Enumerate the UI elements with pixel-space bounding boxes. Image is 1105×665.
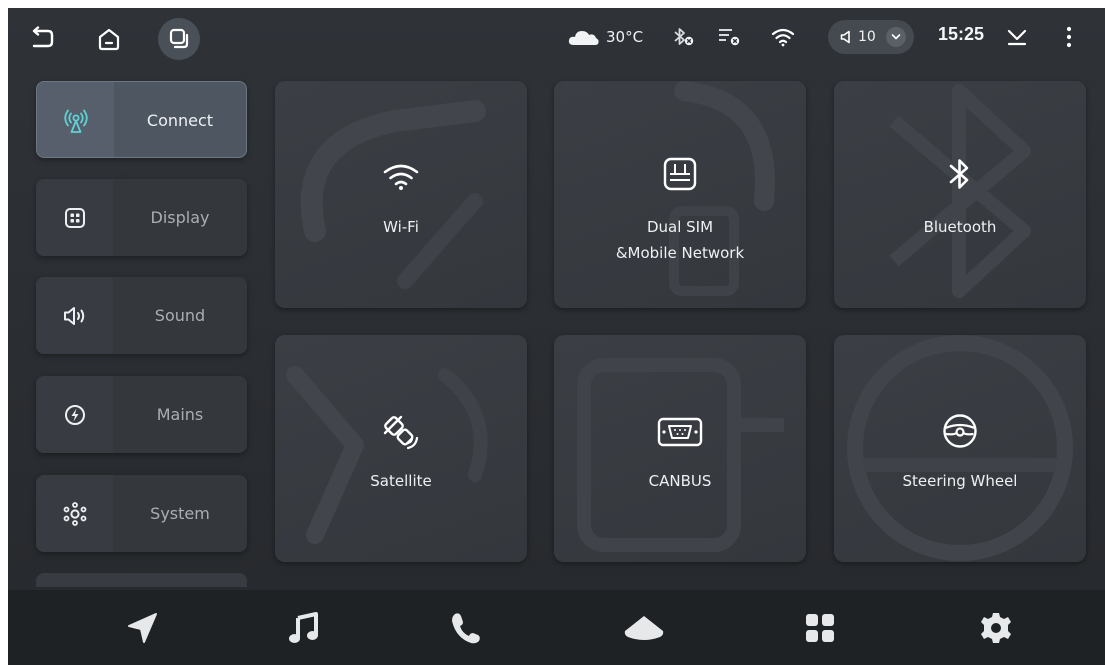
tile-icon (834, 413, 1086, 449)
sidebar-item-label: Mains (156, 405, 204, 424)
tile-background-decoration (889, 84, 1031, 298)
steering-wheel-icon (943, 414, 977, 448)
tile-satellite[interactable]: Satellite (275, 335, 527, 562)
tile-label: Satellite (370, 472, 432, 490)
tile-icon (554, 157, 806, 191)
tile-background-decoration (300, 100, 486, 289)
sidebar-item-sound[interactable]: Sound (36, 277, 247, 354)
dock-settings-button[interactable] (974, 606, 1018, 650)
tile-label: Dual SIM (646, 218, 714, 236)
wifi-icon (383, 164, 419, 190)
tile-bluetooth[interactable]: Bluetooth (834, 81, 1086, 308)
display-icon (64, 207, 85, 228)
clock: 15:25 (938, 24, 985, 44)
sidebar-item-label: Sound (154, 306, 206, 325)
dock-home-button[interactable] (622, 606, 666, 650)
satellite-icon (383, 415, 419, 450)
wifi-status-icon (771, 28, 795, 47)
sidebar-icon-zone (36, 179, 113, 256)
tile-background-decoration (669, 81, 775, 296)
phone-icon (452, 613, 480, 644)
pull-down-icon (1007, 29, 1027, 46)
tile-background-decoration (577, 358, 784, 552)
sidebar-item-partial[interactable] (36, 573, 247, 587)
tile-label: CANBUS (648, 472, 712, 490)
lightning-icon (64, 404, 85, 425)
chevron-down-icon (891, 34, 901, 40)
back-icon (32, 26, 54, 48)
temperature: 30°C (606, 28, 644, 46)
home-icon (624, 616, 664, 640)
sidebar-icon-zone (36, 376, 113, 453)
signal-off-icon (719, 29, 740, 46)
tile-canbus[interactable]: CANBUS (554, 335, 806, 562)
sim-icon (663, 157, 697, 191)
sidebar-item-connect[interactable]: Connect (36, 81, 247, 158)
sidebar-item-mains[interactable]: Mains (36, 376, 247, 453)
volume-dropdown-button[interactable] (886, 27, 906, 47)
back-button[interactable] (20, 18, 62, 60)
bluetooth-off-icon (674, 28, 694, 46)
volume-icon (840, 30, 850, 44)
tile-icon (275, 161, 527, 191)
wifi-status (770, 25, 796, 49)
navigation-icon (128, 613, 157, 643)
recent-apps-button[interactable] (158, 18, 200, 60)
settings-icon (981, 613, 1011, 643)
tile-label: Wi-Fi (383, 218, 419, 236)
cloud-icon (568, 31, 599, 45)
dock-navigation-button[interactable] (120, 606, 164, 650)
notification-shade-button[interactable] (1004, 25, 1030, 49)
tile-wifi[interactable]: Wi-Fi (275, 81, 527, 308)
tile-label-secondary: &Mobile Network (615, 244, 745, 262)
tile-steering-wheel[interactable]: Steering Wheel (834, 335, 1086, 562)
tile-icon (275, 413, 527, 453)
sidebar-item-label: Connect (146, 111, 214, 130)
sidebar-item-display[interactable]: Display (36, 179, 247, 256)
tile-label: Steering Wheel (902, 472, 1018, 490)
sidebar-icon-zone (37, 82, 114, 157)
bottom-dock (8, 590, 1105, 665)
system-icon (63, 501, 86, 526)
sidebar-icon-zone (36, 475, 113, 552)
volume-control[interactable]: 10 (828, 20, 914, 54)
tile-icon (554, 417, 806, 447)
dock-music-button[interactable] (282, 606, 326, 650)
sidebar-item-label: Display (150, 208, 210, 227)
signal-off-status (716, 25, 742, 49)
speaker-icon (63, 306, 84, 325)
status-bar: 30°C 10 15:25 (8, 8, 1105, 66)
tile-dual-sim[interactable]: Dual SIM &Mobile Network (554, 81, 806, 308)
recent-apps-icon (169, 28, 189, 49)
sidebar-item-system[interactable]: System (36, 475, 247, 552)
volume-value: 10 (858, 29, 876, 45)
apps-icon (806, 614, 834, 642)
tile-icon (834, 157, 1086, 191)
canbus-icon (657, 417, 703, 447)
connect-icon (63, 109, 88, 133)
dock-apps-button[interactable] (798, 606, 842, 650)
bluetooth-off-status (670, 25, 696, 49)
tile-label: Bluetooth (923, 218, 997, 236)
home-button[interactable] (88, 18, 130, 60)
bluetooth-icon (949, 159, 969, 189)
more-menu-button[interactable] (1056, 25, 1082, 49)
more-vertical-icon (1066, 26, 1072, 48)
home-outline-icon (98, 28, 120, 51)
weather-widget[interactable]: 30°C (568, 25, 643, 49)
music-icon (289, 612, 318, 643)
dock-phone-button[interactable] (444, 606, 488, 650)
sidebar-item-label: System (150, 504, 210, 523)
sidebar-icon-zone (36, 277, 113, 354)
settings-screen: 30°C 10 15:25 Connect Display Sound Main… (8, 8, 1105, 665)
